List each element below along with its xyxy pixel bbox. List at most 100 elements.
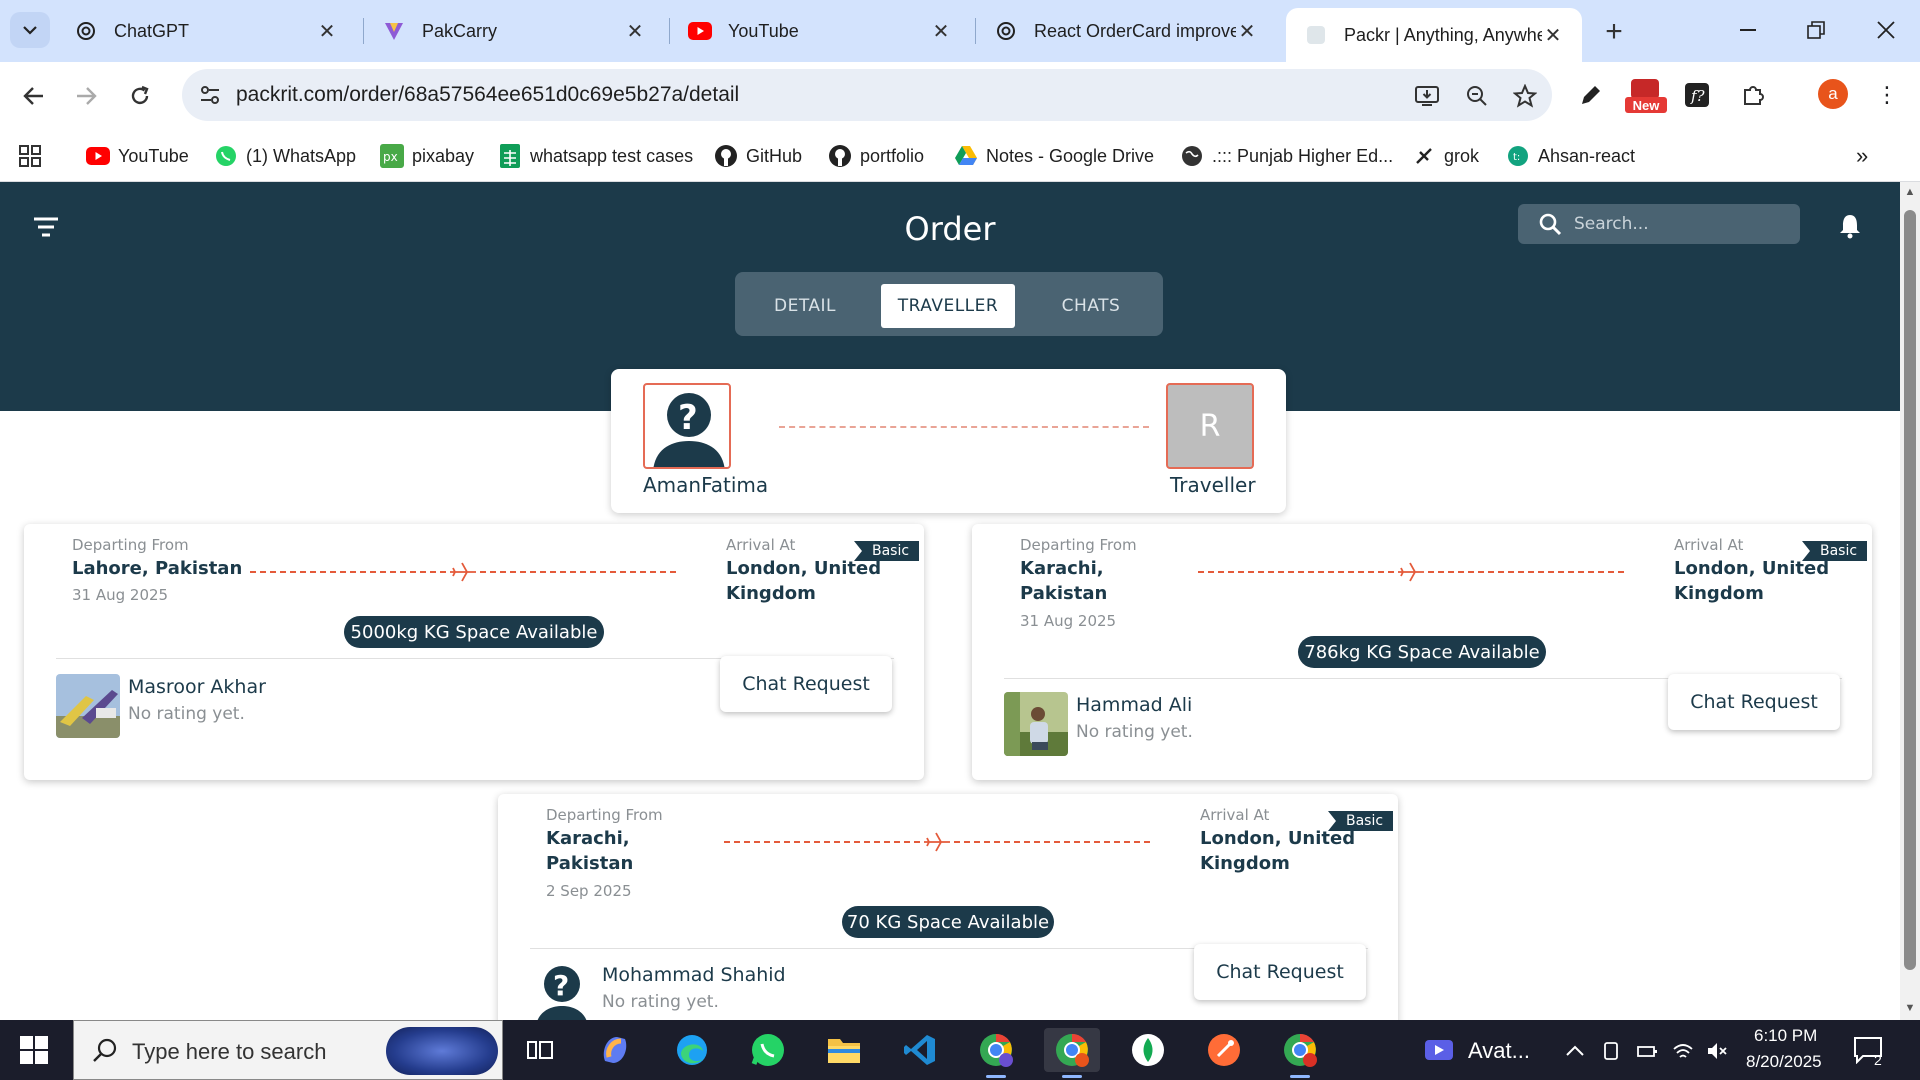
chatgpt-icon [74, 19, 98, 43]
airplane-icon [1396, 560, 1426, 584]
bookmark-github[interactable]: GitHub [714, 142, 802, 170]
site-settings-icon[interactable] [196, 81, 224, 109]
page-scrollbar[interactable]: ▲ ▼ [1900, 182, 1920, 1020]
bookmark-label: YouTube [118, 145, 189, 166]
meeting-app-icon[interactable] [1422, 1028, 1456, 1072]
install-app-icon[interactable] [1412, 81, 1442, 111]
traveller-label: Traveller [1170, 473, 1256, 497]
chat-request-button[interactable]: Chat Request [1194, 944, 1366, 1000]
clock-time[interactable]: 6:10 PM [1754, 1026, 1817, 1046]
bookmark-pixabay[interactable]: px pixabay [380, 142, 474, 170]
scrollbar-thumb[interactable] [1904, 210, 1916, 970]
browser-menu-icon[interactable]: ⋮ [1872, 80, 1902, 110]
notifications-button[interactable]: 2 [1846, 1028, 1890, 1072]
windows-taskbar: Type here to search Avat... 6:10 PM 8/20… [0, 1020, 1920, 1080]
tab-detail[interactable]: DETAIL [747, 284, 863, 328]
site-icon: t: [1506, 144, 1530, 168]
chrome-profile-a-icon[interactable] [968, 1028, 1024, 1078]
restore-button[interactable] [1792, 10, 1840, 50]
browser-tab-chatgpt[interactable]: ChatGPT ✕ [56, 8, 356, 54]
bookmark-star-icon[interactable] [1510, 81, 1540, 111]
notification-count: 2 [1874, 1052, 1882, 1068]
traveller-rating: No rating yet. [128, 704, 245, 724]
taskbar-search[interactable]: Type here to search [73, 1020, 503, 1080]
bookmark-punjab-higher-ed[interactable]: .::: Punjab Higher Ed... [1180, 142, 1393, 170]
chrome-profile-active-icon[interactable] [1044, 1028, 1100, 1078]
close-tab-icon[interactable]: ✕ [1236, 20, 1258, 43]
copilot-icon[interactable] [588, 1028, 644, 1072]
extensions-puzzle-icon[interactable] [1736, 78, 1770, 112]
windows-start-icon[interactable] [14, 1034, 54, 1066]
address-bar[interactable]: packrit.com/order/68a57564ee651d0c69e5b2… [182, 69, 1552, 121]
running-app-label[interactable]: Avat... [1468, 1038, 1530, 1064]
svg-text:?: ? [553, 969, 569, 1002]
bookmark-ahsan-react[interactable]: t: Ahsan-react [1506, 142, 1635, 170]
pen-extension-icon[interactable] [1574, 78, 1608, 112]
order-summary-card: ? AmanFatima R Traveller [611, 369, 1286, 513]
close-tab-icon[interactable]: ✕ [624, 20, 646, 43]
scroll-up-icon[interactable]: ▲ [1904, 186, 1916, 198]
back-button[interactable] [14, 76, 54, 116]
chat-request-button[interactable]: Chat Request [720, 656, 892, 712]
formula-extension-icon[interactable]: f? [1680, 78, 1714, 112]
tab-traveller[interactable]: TRAVELLER [881, 284, 1015, 328]
profile-avatar[interactable]: a [1818, 79, 1848, 109]
bookmark-whatsapp-test-cases[interactable]: whatsapp test cases [498, 142, 693, 170]
svg-text:f?: f? [1690, 87, 1706, 105]
whatsapp-icon[interactable] [740, 1028, 796, 1072]
minimize-button[interactable] [1724, 10, 1772, 50]
chatgpt-icon [994, 19, 1018, 43]
volume-muted-icon[interactable] [1706, 1040, 1728, 1062]
tab-title: YouTube [728, 20, 799, 41]
search-box[interactable] [1518, 204, 1800, 244]
close-tab-icon[interactable]: ✕ [1542, 24, 1564, 47]
apps-grid-icon[interactable] [18, 142, 42, 170]
tab-search-button[interactable] [10, 12, 50, 48]
browser-tab-youtube[interactable]: YouTube ✕ [670, 8, 970, 54]
bookmark-grok[interactable]: grok [1412, 142, 1479, 170]
bookmark-label: Notes - Google Drive [986, 145, 1155, 166]
bookmarks-bar: YouTube (1) WhatsApp px pixabay whatsapp… [0, 128, 1920, 182]
chat-request-button[interactable]: Chat Request [1668, 674, 1840, 730]
tab-chats[interactable]: CHATS [1033, 284, 1149, 328]
arrival-label: Arrival At [1674, 536, 1744, 554]
file-explorer-icon[interactable] [816, 1028, 872, 1072]
chevron-up-icon[interactable] [1564, 1040, 1586, 1062]
postman-icon[interactable] [1196, 1028, 1252, 1072]
chrome-profile-b-icon[interactable] [1272, 1028, 1328, 1078]
close-tab-icon[interactable]: ✕ [316, 20, 338, 43]
browser-tab-react-ordercard[interactable]: React OrderCard improve ✕ [976, 8, 1276, 54]
clock-date[interactable]: 8/20/2025 [1746, 1052, 1822, 1072]
browser-tab-packr[interactable]: Packr | Anything, Anywhe ✕ [1286, 8, 1582, 62]
new-tab-button[interactable]: + [1596, 14, 1632, 50]
browser-tab-pakcarry[interactable]: PakCarry ✕ [364, 8, 664, 54]
battery-icon[interactable] [1636, 1040, 1658, 1062]
zoom-icon[interactable] [1462, 81, 1492, 111]
mongodb-icon[interactable] [1120, 1028, 1176, 1072]
forward-button[interactable] [66, 76, 106, 116]
vscode-icon[interactable] [892, 1028, 948, 1072]
scroll-down-icon[interactable]: ▼ [1904, 1002, 1916, 1014]
plan-badge: Basic [1328, 811, 1394, 831]
reload-icon [131, 85, 149, 105]
device-icon[interactable] [1600, 1040, 1622, 1062]
close-window-button[interactable] [1862, 10, 1910, 50]
bookmark-youtube[interactable]: YouTube [86, 142, 189, 170]
traveller-photo: ? [530, 962, 594, 1020]
new-extension-icon[interactable]: New [1624, 78, 1668, 113]
more-bookmarks-icon[interactable]: » [1856, 142, 1868, 170]
close-tab-icon[interactable]: ✕ [930, 20, 952, 43]
search-input[interactable] [1574, 212, 1784, 236]
wifi-icon[interactable] [1672, 1040, 1694, 1062]
departure-city: Karachi, Pakistan [1020, 558, 1108, 604]
tab-title: React OrderCard improve [1034, 20, 1236, 41]
order-tabs: DETAIL TRAVELLER CHATS [735, 272, 1163, 336]
bookmark-whatsapp[interactable]: (1) WhatsApp [214, 142, 356, 170]
reload-button[interactable] [120, 76, 160, 116]
departure-date: 2 Sep 2025 [546, 882, 632, 900]
task-view-icon[interactable] [512, 1028, 568, 1072]
edge-icon[interactable] [664, 1028, 720, 1072]
bookmark-notes-google-drive[interactable]: Notes - Google Drive [954, 142, 1154, 170]
bell-icon[interactable] [1836, 212, 1864, 240]
bookmark-portfolio[interactable]: portfolio [828, 142, 924, 170]
